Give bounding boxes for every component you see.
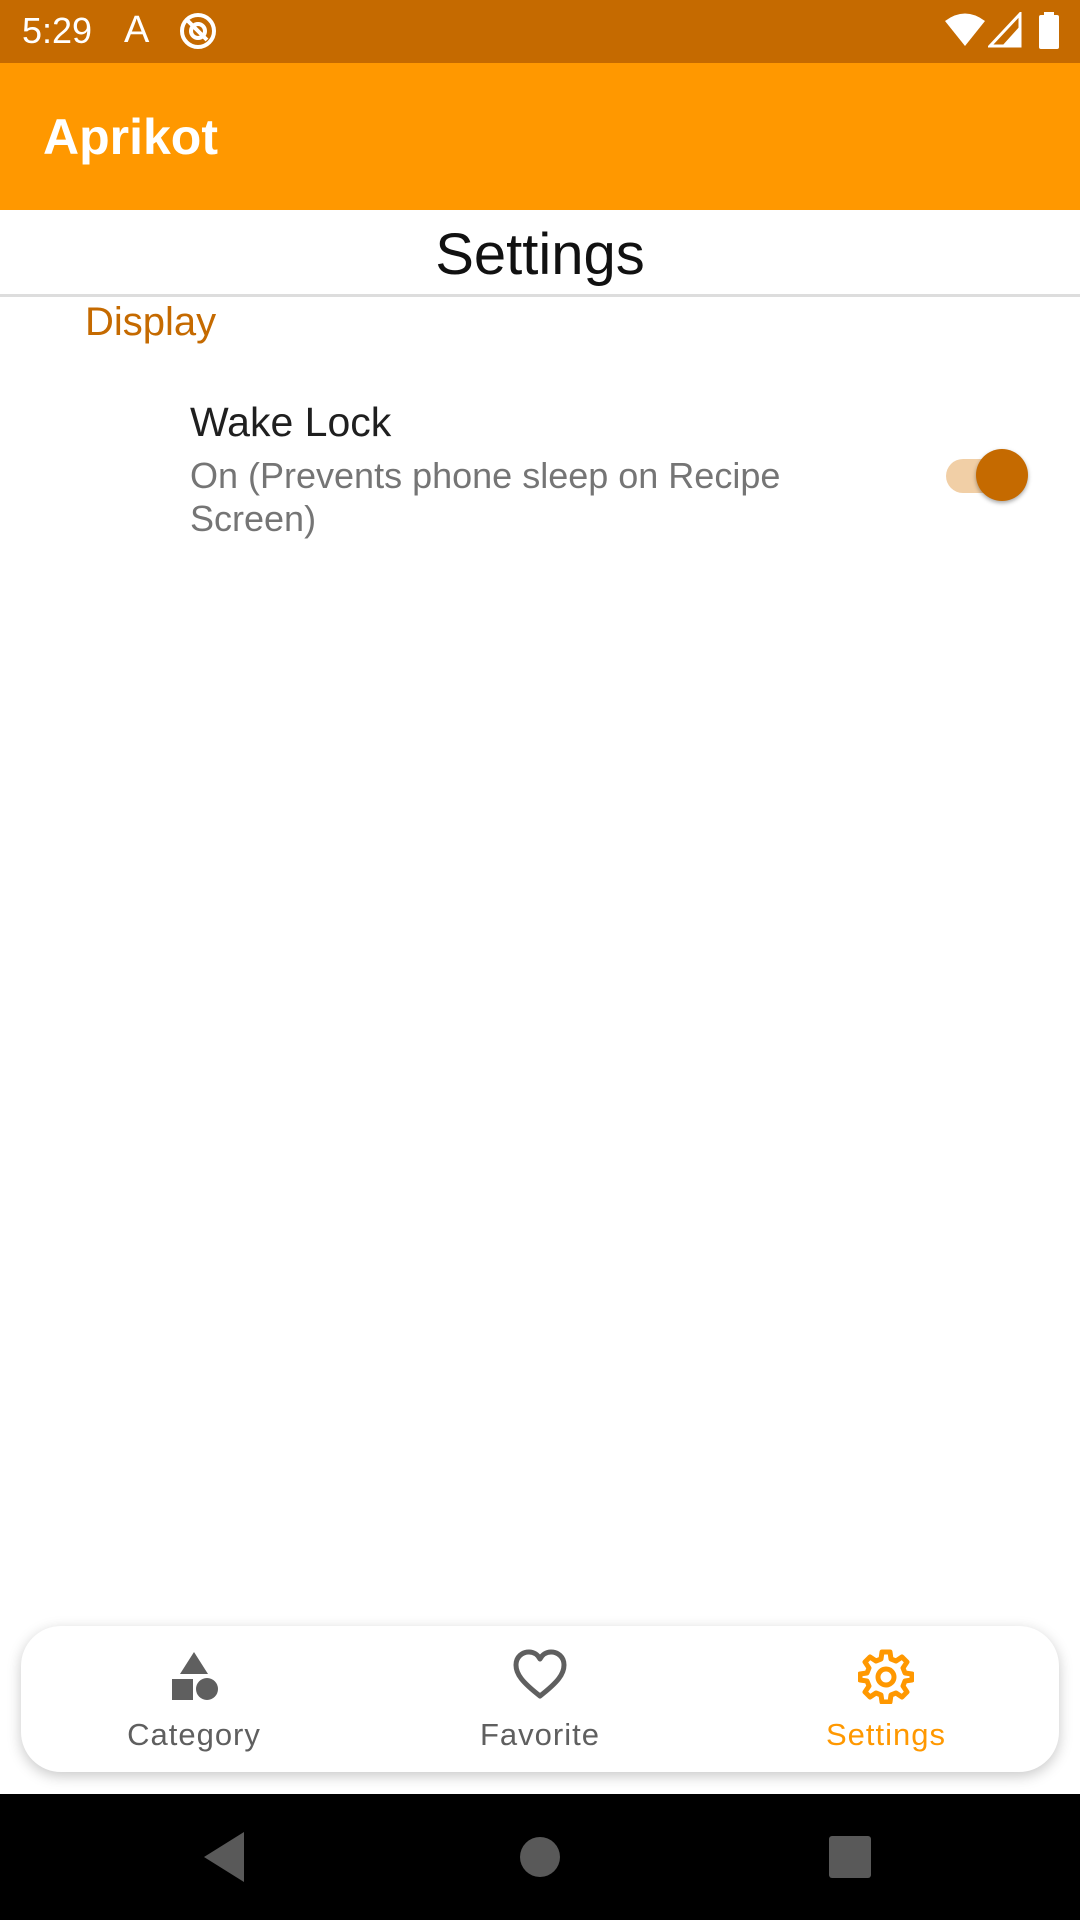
screen: 5:29 A Aprikot Settings Display Wake Loc… bbox=[0, 0, 1080, 1920]
heart-icon bbox=[513, 1649, 567, 1699]
system-navigation-bar bbox=[0, 1794, 1080, 1920]
nav-item-category[interactable]: Category bbox=[21, 1626, 367, 1772]
bottom-navigation: Category Favorite Settings bbox=[21, 1626, 1059, 1772]
wake-lock-preference[interactable]: Wake Lock On (Prevents phone sleep on Re… bbox=[0, 380, 1080, 550]
nav-item-settings[interactable]: Settings bbox=[713, 1626, 1059, 1772]
app-title: Aprikot bbox=[43, 109, 218, 165]
at-sign-icon bbox=[180, 13, 216, 49]
nav-label-favorite: Favorite bbox=[480, 1717, 600, 1752]
switch-thumb bbox=[976, 449, 1028, 501]
wake-lock-switch[interactable] bbox=[946, 447, 1030, 501]
signal-icon bbox=[988, 12, 1022, 48]
app-bar: Aprikot bbox=[0, 63, 1080, 210]
category-shapes-icon bbox=[172, 1652, 218, 1700]
page-header: Settings bbox=[0, 210, 1080, 297]
nav-label-category: Category bbox=[127, 1717, 261, 1752]
recents-icon[interactable] bbox=[817, 1824, 883, 1890]
status-time: 5:29 bbox=[22, 10, 93, 51]
wifi-icon bbox=[945, 13, 985, 46]
back-icon[interactable] bbox=[192, 1824, 258, 1890]
wake-lock-title: Wake Lock bbox=[190, 399, 392, 445]
nav-item-favorite[interactable]: Favorite bbox=[367, 1626, 713, 1772]
status-bar: 5:29 A bbox=[0, 0, 1080, 63]
nav-label-settings: Settings bbox=[825, 1717, 946, 1752]
notification-letter: A bbox=[124, 9, 150, 51]
preference-category-display: Display bbox=[85, 300, 217, 344]
gear-icon bbox=[858, 1649, 914, 1704]
battery-icon bbox=[1039, 12, 1059, 49]
home-icon[interactable] bbox=[507, 1824, 573, 1890]
wake-lock-summary: On (Prevents phone sleep on Recipe Scree… bbox=[190, 455, 781, 539]
page-title: Settings bbox=[435, 222, 645, 287]
